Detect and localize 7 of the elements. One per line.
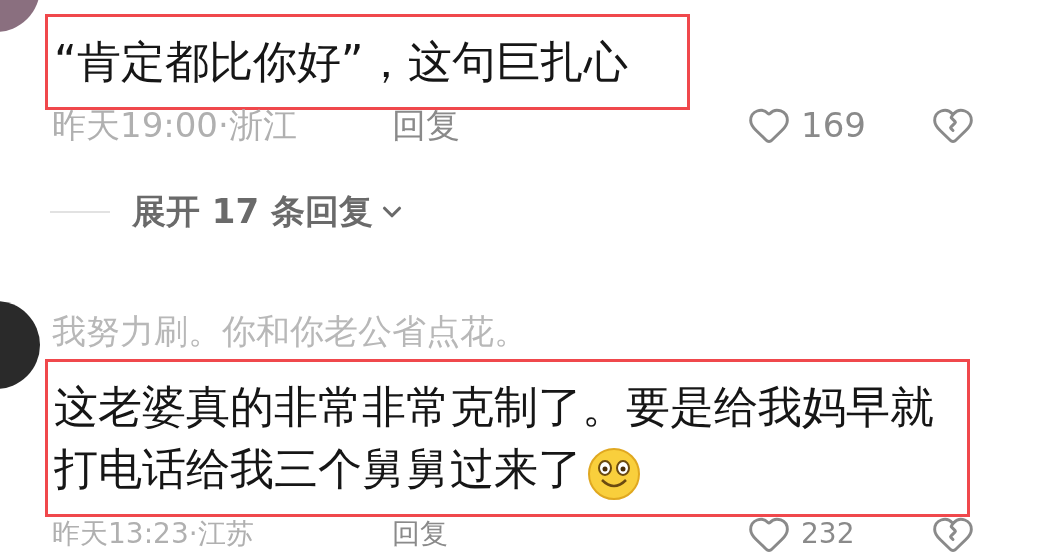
time-location: 昨天13:23·江苏 — [52, 516, 255, 552]
like-count: 169 — [801, 103, 867, 147]
expand-replies-button[interactable]: 展开 17 条回复 — [132, 186, 407, 237]
comment-text: 这老婆真的非常非常克制了。要是给我妈早就打电话给我三个舅舅过来了 — [45, 359, 970, 517]
username[interactable]: 我努力刷。你和你老公省点花。 — [52, 309, 1039, 353]
comment-text: “肯定都比你好”，这句巨扎心 — [45, 14, 690, 110]
like-count: 232 — [801, 516, 856, 552]
